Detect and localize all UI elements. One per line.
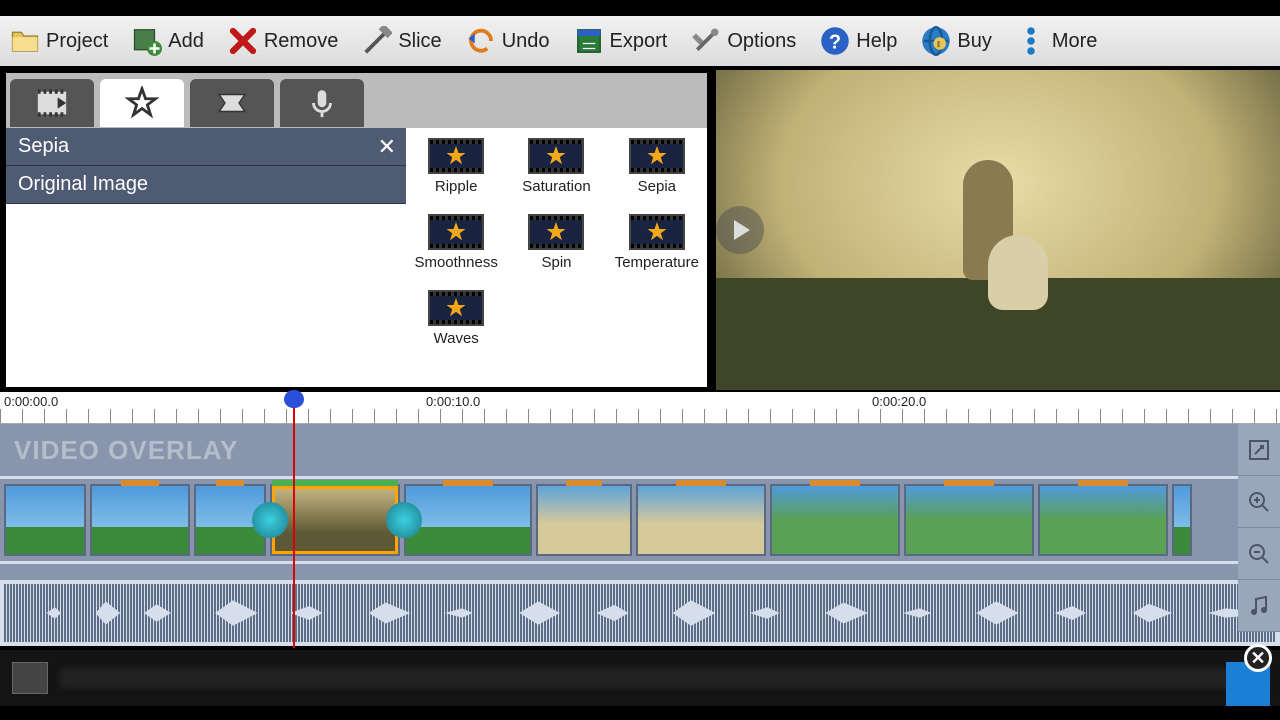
transition-marker[interactable] (386, 502, 422, 538)
slice-icon (362, 26, 392, 56)
options-label: Options (727, 30, 796, 53)
export-icon (574, 26, 604, 56)
video-clip[interactable] (404, 484, 532, 556)
svg-text:?: ? (829, 32, 841, 54)
options-button[interactable]: Options (691, 26, 796, 56)
main-toolbar: Project Add Remove Slice Undo Export Opt… (0, 16, 1280, 66)
video-clip[interactable] (536, 484, 632, 556)
effect-saturation[interactable]: Saturation (506, 138, 606, 214)
original-image-label: Original Image (18, 173, 148, 196)
video-clip[interactable] (1172, 484, 1192, 556)
buy-icon (921, 26, 951, 56)
help-icon: ? (820, 26, 850, 56)
status-bar (0, 650, 1280, 706)
fit-tool[interactable] (1238, 424, 1280, 476)
video-clip[interactable] (636, 484, 766, 556)
tab-transitions[interactable] (190, 79, 274, 127)
effect-spin[interactable]: Spin (506, 214, 606, 290)
zoom-in-tool[interactable] (1238, 476, 1280, 528)
more-label: More (1052, 30, 1098, 53)
play-icon[interactable] (716, 206, 764, 254)
effect-smoothness[interactable]: Smoothness (406, 214, 506, 290)
project-button[interactable]: Project (10, 26, 108, 56)
timecode: 0:00:00.0 (4, 394, 58, 409)
remove-button[interactable]: Remove (228, 26, 338, 56)
star-icon (528, 214, 584, 250)
undo-icon (466, 26, 496, 56)
add-button[interactable]: Add (132, 26, 204, 56)
close-notification-icon[interactable]: ✕ (1244, 644, 1272, 672)
options-icon (691, 26, 721, 56)
video-clip[interactable] (1038, 484, 1168, 556)
star-icon (428, 290, 484, 326)
effects-panel: Sepia ✕ Original Image Ripple Saturation… (3, 70, 710, 390)
help-label: Help (856, 30, 897, 53)
overlay-track-label: VIDEO OVERLAY (14, 435, 238, 466)
overlay-track[interactable]: VIDEO OVERLAY (0, 424, 1280, 476)
preview-image (716, 70, 1280, 390)
help-button[interactable]: ? Help (820, 26, 897, 56)
export-label: Export (610, 30, 668, 53)
effect-waves[interactable]: Waves (406, 290, 506, 366)
video-clip[interactable] (904, 484, 1034, 556)
tab-audio[interactable] (280, 79, 364, 127)
preview-pane[interactable] (716, 70, 1280, 390)
undo-button[interactable]: Undo (466, 26, 550, 56)
timeline: 0:00:00.0 0:00:10.0 0:00:20.0 VIDEO OVER… (0, 392, 1280, 648)
tab-effects[interactable] (100, 79, 184, 127)
star-icon (629, 214, 685, 250)
effect-temperature[interactable]: Temperature (607, 214, 707, 290)
add-label: Add (168, 30, 204, 53)
playhead[interactable] (293, 392, 295, 648)
timecode: 0:00:10.0 (426, 394, 480, 409)
star-icon (428, 214, 484, 250)
effect-stack: Sepia ✕ Original Image (6, 128, 406, 387)
applied-effect-name: Sepia (18, 135, 69, 158)
transition-marker[interactable] (252, 502, 288, 538)
status-text (60, 668, 1268, 688)
timeline-tools (1238, 424, 1280, 632)
more-icon (1016, 26, 1046, 56)
remove-icon (228, 26, 258, 56)
export-button[interactable]: Export (574, 26, 668, 56)
video-clip[interactable] (4, 484, 86, 556)
time-ruler[interactable]: 0:00:00.0 0:00:10.0 0:00:20.0 (0, 392, 1280, 424)
add-media-icon (132, 26, 162, 56)
remove-effect-icon[interactable]: ✕ (378, 134, 396, 160)
zoom-out-tool[interactable] (1238, 528, 1280, 580)
more-button[interactable]: More (1016, 26, 1098, 56)
applied-effect-item[interactable]: Sepia ✕ (6, 128, 406, 166)
project-label: Project (46, 30, 108, 53)
panel-tabs (6, 73, 707, 128)
music-tool[interactable] (1238, 580, 1280, 632)
status-thumbnail (12, 662, 48, 694)
video-clip[interactable] (90, 484, 190, 556)
slice-label: Slice (398, 30, 441, 53)
buy-label: Buy (957, 30, 991, 53)
spacer-track (0, 564, 1280, 580)
star-icon (629, 138, 685, 174)
timecode: 0:00:20.0 (872, 394, 926, 409)
slice-button[interactable]: Slice (362, 26, 441, 56)
tab-media[interactable] (10, 79, 94, 127)
effect-ripple[interactable]: Ripple (406, 138, 506, 214)
star-icon (528, 138, 584, 174)
remove-label: Remove (264, 30, 338, 53)
folder-icon (10, 26, 40, 56)
video-clip[interactable] (770, 484, 900, 556)
star-icon (428, 138, 484, 174)
original-image-item[interactable]: Original Image (6, 166, 406, 204)
video-clip-selected[interactable] (270, 484, 400, 556)
audio-track[interactable] (0, 580, 1280, 646)
buy-button[interactable]: Buy (921, 26, 991, 56)
video-track[interactable] (0, 476, 1280, 564)
undo-label: Undo (502, 30, 550, 53)
effects-grid: Ripple Saturation Sepia Smoothness Spin … (406, 128, 707, 387)
effect-sepia[interactable]: Sepia (607, 138, 707, 214)
